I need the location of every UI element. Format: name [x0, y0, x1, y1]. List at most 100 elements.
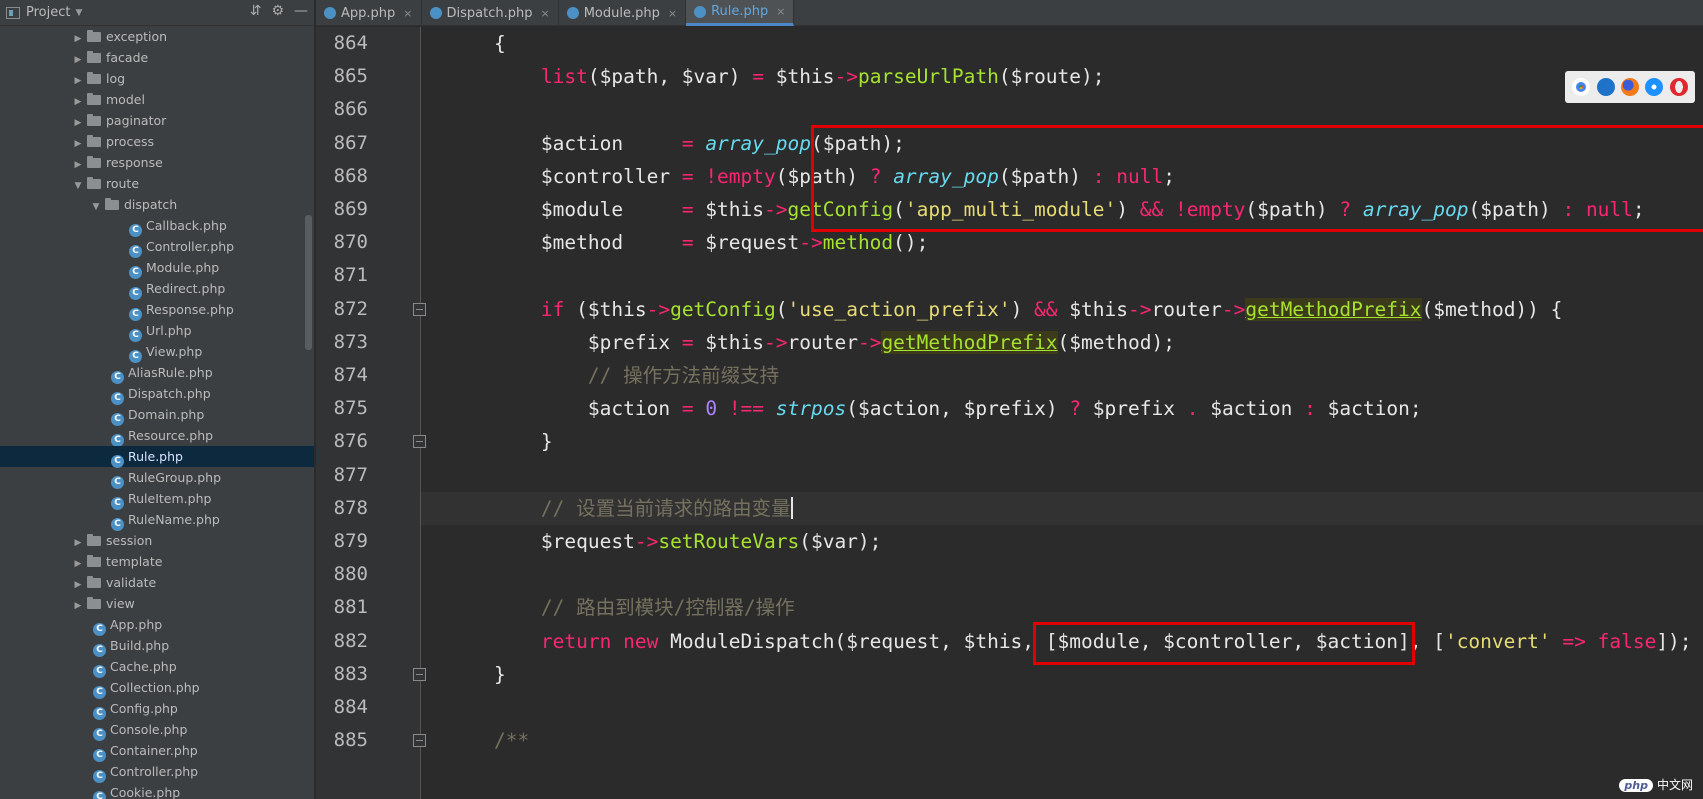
tree-file[interactable]: C Console.php	[0, 719, 314, 741]
tree-file[interactable]: C RuleItem.php	[0, 488, 314, 510]
code-token: $action;	[1315, 397, 1422, 421]
fold-marker-icon[interactable]	[413, 734, 426, 748]
code-line[interactable]: if ($this->getConfig('use_action_prefix'…	[447, 293, 1562, 326]
chevron-down-icon[interactable]: ▼	[75, 8, 82, 18]
tree-folder[interactable]: ▶ exception	[0, 26, 314, 47]
tree-folder[interactable]: ▶ process	[0, 131, 314, 152]
tree-folder[interactable]: ▶ log	[0, 68, 314, 89]
tab-dispatch[interactable]: Dispatch.php ×	[422, 0, 559, 26]
code-token: ();	[893, 231, 929, 255]
tree-file[interactable]: C Response.php	[0, 299, 314, 321]
tree-folder[interactable]: ▶ facade	[0, 47, 314, 68]
code-line[interactable]: }	[447, 425, 553, 458]
safari-icon[interactable]	[1645, 78, 1664, 96]
tree-file[interactable]: C Container.php	[0, 740, 314, 762]
code-token: =>	[1562, 629, 1586, 653]
code-line[interactable]: list($path, $var) = $this->parseUrlPath(…	[447, 60, 1105, 93]
line-number: 881	[333, 596, 368, 619]
code-line[interactable]: // 设置当前请求的路由变量	[447, 492, 793, 525]
code-token: $module	[447, 198, 682, 221]
tree-file[interactable]: C Controller.php	[0, 761, 314, 783]
tree-file[interactable]: C Resource.php	[0, 425, 314, 447]
code-line[interactable]: $controller = !empty($path) ? array_pop(…	[447, 160, 1175, 193]
code-editor[interactable]: 864 865 866 867 868 869 870 871 872 873 874 875 876 8…	[316, 27, 1703, 799]
opera-icon[interactable]	[1669, 78, 1688, 96]
tree-file[interactable]: C Controller.php	[0, 236, 314, 258]
close-icon[interactable]: ×	[540, 7, 549, 20]
code-token: :	[1304, 397, 1316, 421]
tree-file[interactable]: C Dispatch.php	[0, 383, 314, 405]
code-line[interactable]: $request->setRouteVars($var);	[447, 525, 882, 558]
tree-folder[interactable]: ▼ dispatch	[0, 194, 314, 215]
tree-file[interactable]: C App.php	[0, 614, 314, 636]
tree-folder[interactable]: ▶ validate	[0, 572, 314, 593]
tree-file[interactable]: C AliasRule.php	[0, 362, 314, 384]
code-token: $prefix	[447, 330, 682, 354]
close-icon[interactable]: ×	[776, 5, 785, 18]
code-token: 0	[705, 397, 718, 421]
tree-file[interactable]: C Domain.php	[0, 404, 314, 426]
tree-file[interactable]: C Cache.php	[0, 656, 314, 678]
tree-file[interactable]: C Build.php	[0, 635, 314, 657]
edge-icon[interactable]	[1596, 78, 1615, 96]
code-line[interactable]: // 路由到模块/控制器/操作	[447, 591, 795, 624]
code-line[interactable]: /**	[447, 724, 529, 757]
tree-item-label: Cookie.php	[110, 785, 181, 799]
code-area[interactable]: { list($path, $var) = $this->parseUrlPat…	[421, 27, 1703, 799]
tree-file[interactable]: C Url.php	[0, 320, 314, 342]
collapse-icon[interactable]: ⇵	[250, 3, 262, 19]
tree-file[interactable]: C Module.php	[0, 257, 314, 279]
tab-app[interactable]: App.php ×	[316, 0, 422, 26]
fold-marker-icon[interactable]	[413, 667, 426, 681]
tree-folder[interactable]: ▶ view	[0, 593, 314, 614]
code-line[interactable]: $action = array_pop($path);	[447, 127, 905, 160]
tree-file[interactable]: C Collection.php	[0, 677, 314, 699]
tab-module[interactable]: Module.php ×	[559, 0, 687, 26]
close-icon[interactable]: ×	[668, 7, 677, 20]
fold-marker-icon[interactable]	[413, 435, 426, 449]
code-token: getMethodPrefix	[881, 330, 1058, 354]
tree-file[interactable]: C RuleName.php	[0, 509, 314, 531]
folder-icon	[105, 198, 119, 210]
line-number: 873	[333, 330, 368, 353]
code-line[interactable]: $prefix = $this->router->getMethodPrefix…	[447, 326, 1175, 359]
line-number: 870	[333, 231, 368, 254]
code-line[interactable]: $action = 0 !== strpos($action, $prefix)…	[447, 392, 1422, 425]
tree-item-label: dispatch	[124, 197, 178, 212]
fold-marker-icon[interactable]	[413, 302, 426, 316]
tree-item-label: RuleGroup.php	[128, 470, 222, 485]
tree-folder[interactable]: ▼ route	[0, 173, 314, 194]
close-icon[interactable]: ×	[403, 7, 412, 20]
chrome-icon[interactable]	[1572, 78, 1591, 96]
code-line[interactable]: // 操作方法前缀支持	[447, 359, 779, 392]
code-token: getMethodPrefix	[1245, 297, 1422, 321]
tree-file[interactable]: C RuleGroup.php	[0, 467, 314, 489]
tree-folder[interactable]: ▶ response	[0, 152, 314, 173]
tree-folder[interactable]: ▶ paginator	[0, 110, 314, 131]
tree-item-label: Dispatch.php	[128, 386, 211, 401]
code-line[interactable]: {	[447, 27, 506, 60]
minimize-icon[interactable]: —	[294, 3, 308, 19]
tree-file[interactable]: C Config.php	[0, 698, 314, 720]
firefox-icon[interactable]	[1620, 78, 1639, 96]
sidebar-scrollbar[interactable]	[305, 215, 312, 350]
tree-item-label: Build.php	[110, 638, 170, 653]
code-line[interactable]: return new ModuleDispatch($request, $thi…	[447, 625, 1692, 658]
code-token: array_pop	[705, 131, 811, 155]
tree-folder[interactable]: ▶ model	[0, 89, 314, 110]
tree-folder[interactable]: ▶ template	[0, 551, 314, 572]
tree-file[interactable]: C Cookie.php	[0, 782, 314, 799]
tree-file[interactable]: C Callback.php	[0, 215, 314, 237]
tree-folder[interactable]: ▶ session	[0, 530, 314, 551]
tab-rule[interactable]: Rule.php ×	[686, 0, 795, 26]
tree-file[interactable]: C Rule.php	[0, 446, 314, 468]
tree-file[interactable]: C View.php	[0, 341, 314, 363]
code-line[interactable]: $module = $this->getConfig('app_multi_mo…	[447, 193, 1645, 226]
code-line[interactable]: $method = $request->method();	[447, 226, 929, 259]
gear-icon[interactable]: ⚙	[271, 3, 284, 19]
code-token: =	[752, 65, 765, 89]
code-line[interactable]: }	[447, 658, 506, 691]
line-number: 882	[333, 629, 368, 652]
sidebar-title[interactable]: Project	[26, 5, 70, 20]
tree-file[interactable]: C Redirect.php	[0, 278, 314, 300]
